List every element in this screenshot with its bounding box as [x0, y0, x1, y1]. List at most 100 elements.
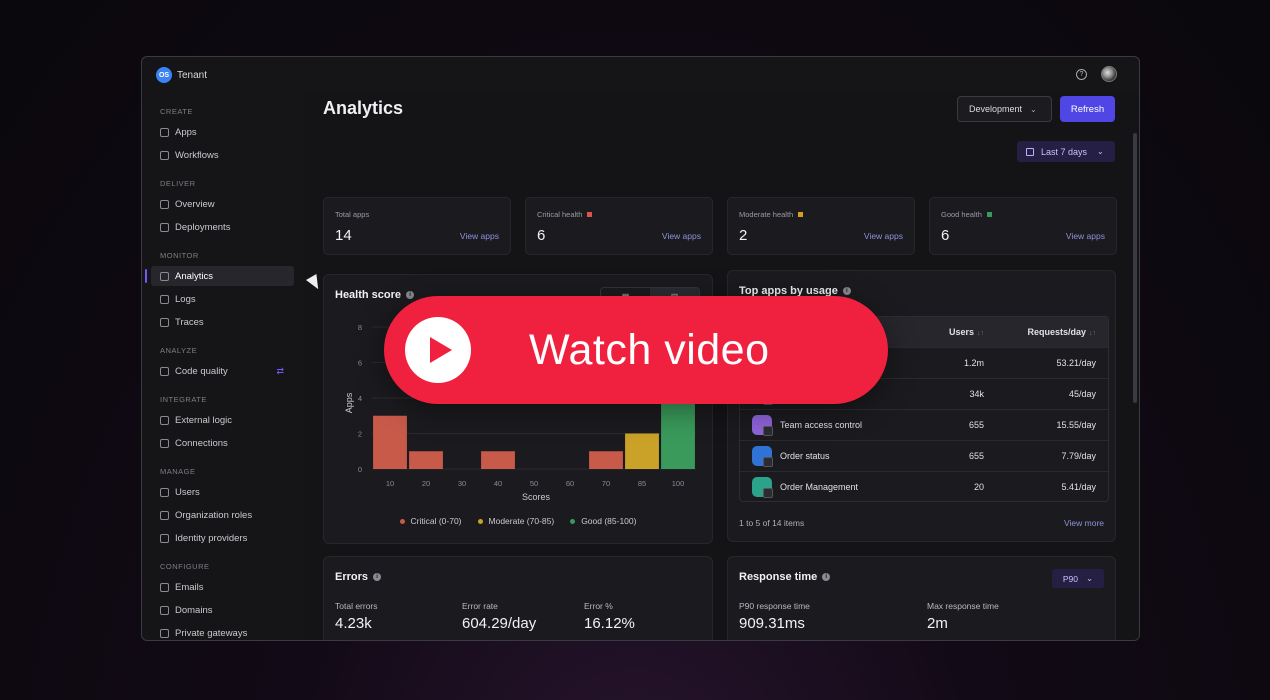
legend-item: Good (85-100): [570, 516, 636, 526]
percentile-select[interactable]: P90 ⌄: [1052, 569, 1104, 588]
sidebar-item-deployments[interactable]: Deployments: [151, 217, 294, 237]
view-apps-link[interactable]: View apps: [1066, 231, 1105, 241]
page-title: Analytics: [323, 98, 404, 118]
sidebar-section-title: ANALYZE: [160, 346, 198, 355]
sidebar-item-private-gateways[interactable]: Private gateways: [151, 623, 294, 640]
x-tick-label: 50: [530, 479, 538, 488]
sidebar-item-label: Organization roles: [175, 509, 253, 521]
sidebar-item-external-logic[interactable]: External logic: [151, 410, 294, 430]
table-row[interactable]: Team access control 655 15.55/day: [740, 409, 1108, 440]
sidebar-item-label: Apps: [175, 126, 197, 138]
users-cell: 1.2m: [963, 358, 984, 368]
sidebar-item-emails[interactable]: Emails: [151, 577, 294, 597]
identity-icon: [160, 533, 169, 543]
top-bar: OS Tenant ?: [142, 57, 1139, 93]
x-tick-label: 100: [672, 479, 685, 488]
view-apps-link[interactable]: View apps: [864, 231, 903, 241]
sidebar-section-title: CREATE: [160, 107, 193, 116]
info-icon[interactable]: i: [842, 287, 851, 295]
sidebar-item-apps[interactable]: Apps: [151, 122, 294, 142]
response-time-title: Response time: [739, 571, 818, 583]
response-time-panel: Response time i P90 ⌄ P90 response time 90…: [727, 556, 1116, 640]
sidebar-section-title: INTEGRATE: [160, 395, 207, 404]
view-more-link[interactable]: View more: [1064, 518, 1104, 528]
sidebar-item-overview[interactable]: Overview: [151, 194, 294, 214]
environment-select[interactable]: Development ⌄: [957, 96, 1052, 122]
x-tick-label: 70: [602, 479, 610, 488]
info-icon[interactable]: i: [373, 573, 382, 581]
requests-cell: 53.21/day: [1056, 358, 1096, 368]
metric-label: Total errors: [335, 601, 378, 611]
refresh-button[interactable]: Refresh: [1060, 96, 1115, 122]
sidebar-item-connections[interactable]: Connections: [151, 433, 294, 453]
sidebar-item-label: Workflows: [175, 149, 219, 161]
sidebar-item-label: Domains: [175, 604, 213, 616]
column-requests[interactable]: Requests/day ↓↑: [998, 327, 1108, 337]
sidebar-item-label: Analytics: [175, 270, 214, 282]
table-row[interactable]: Order status 655 7.79/day: [740, 440, 1108, 471]
sidebar-item-logs[interactable]: Logs: [151, 289, 294, 309]
stat-card-good-health: Good health 6 View apps: [929, 197, 1117, 255]
sidebar-item-identity-providers[interactable]: Identity providers: [151, 528, 294, 548]
stat-value: 2: [739, 227, 748, 244]
table-row[interactable]: Order Management 20 5.41/day: [740, 471, 1108, 501]
requests-cell: 45/day: [1068, 389, 1096, 399]
connections-icon: [160, 438, 169, 448]
y-tick-label: 0: [358, 465, 362, 474]
stat-label: Critical health: [537, 210, 583, 219]
users-cell: 20: [973, 482, 984, 492]
legend-label: Good (85-100): [581, 516, 637, 526]
metric-label: Error %: [584, 601, 613, 611]
column-users[interactable]: Users ↓↑: [908, 327, 998, 337]
analytics-icon: [160, 271, 169, 281]
critical-status-indicator: [587, 212, 593, 217]
requests-cell: 15.55/day: [1056, 420, 1096, 430]
sidebar-item-analytics[interactable]: Analytics: [145, 266, 294, 286]
tenant-switcher[interactable]: Tenant: [177, 70, 207, 81]
sidebar-item-domains[interactable]: Domains: [151, 600, 294, 620]
domains-icon: [160, 605, 169, 615]
sidebar-section-title: MANAGE: [160, 467, 196, 476]
view-apps-link[interactable]: View apps: [662, 231, 701, 241]
workflows-icon: [160, 150, 169, 160]
stat-label: Moderate health: [739, 210, 794, 219]
emails-icon: [160, 582, 169, 592]
external-logic-icon: [160, 415, 169, 425]
scrollbar[interactable]: [1133, 133, 1137, 403]
sidebar-item-traces[interactable]: Traces: [151, 312, 294, 332]
errors-panel: Errors i Total errors 4.23k Error rate 60…: [323, 556, 713, 640]
metric-value: 2m: [927, 615, 948, 632]
view-apps-link[interactable]: View apps: [460, 231, 499, 241]
date-range-select[interactable]: Last 7 days ⌄: [1017, 141, 1115, 162]
bar: [409, 451, 443, 469]
sidebar-item-organization-roles[interactable]: Organization roles: [151, 505, 294, 525]
good-status-indicator: [986, 212, 992, 217]
overview-icon: [160, 199, 169, 209]
sidebar-item-label: Connections: [175, 437, 228, 449]
ai-assist-icon[interactable]: ⇄: [276, 366, 284, 377]
sort-icon[interactable]: ↓↑: [977, 330, 984, 337]
app-icon: [752, 446, 773, 467]
y-tick-label: 2: [358, 430, 362, 439]
y-axis-label: Apps: [344, 392, 354, 413]
sidebar-item-code-quality[interactable]: Code quality ⇄: [151, 361, 294, 381]
avatar[interactable]: [1101, 66, 1117, 82]
sidebar-item-users[interactable]: Users: [151, 482, 294, 502]
sidebar-item-label: Deployments: [175, 221, 231, 233]
metric-value: 909.31ms: [739, 615, 805, 632]
date-range-value: Last 7 days: [1041, 146, 1088, 157]
stat-label: Good health: [941, 210, 982, 219]
x-tick-label: 40: [494, 479, 502, 488]
sort-icon[interactable]: ↓↑: [1089, 330, 1096, 337]
info-icon[interactable]: i: [822, 573, 831, 581]
bar: [661, 398, 695, 469]
help-icon[interactable]: ?: [1076, 69, 1087, 80]
sidebar-item-workflows[interactable]: Workflows: [151, 145, 294, 165]
code-quality-icon: [160, 366, 169, 376]
bar: [373, 415, 407, 469]
sidebar-section-title: DELIVER: [160, 179, 196, 188]
watch-video-button[interactable]: Watch video: [384, 296, 888, 404]
y-tick-label: 6: [358, 359, 362, 368]
bar: [589, 451, 623, 469]
users-cell: 655: [968, 451, 984, 461]
